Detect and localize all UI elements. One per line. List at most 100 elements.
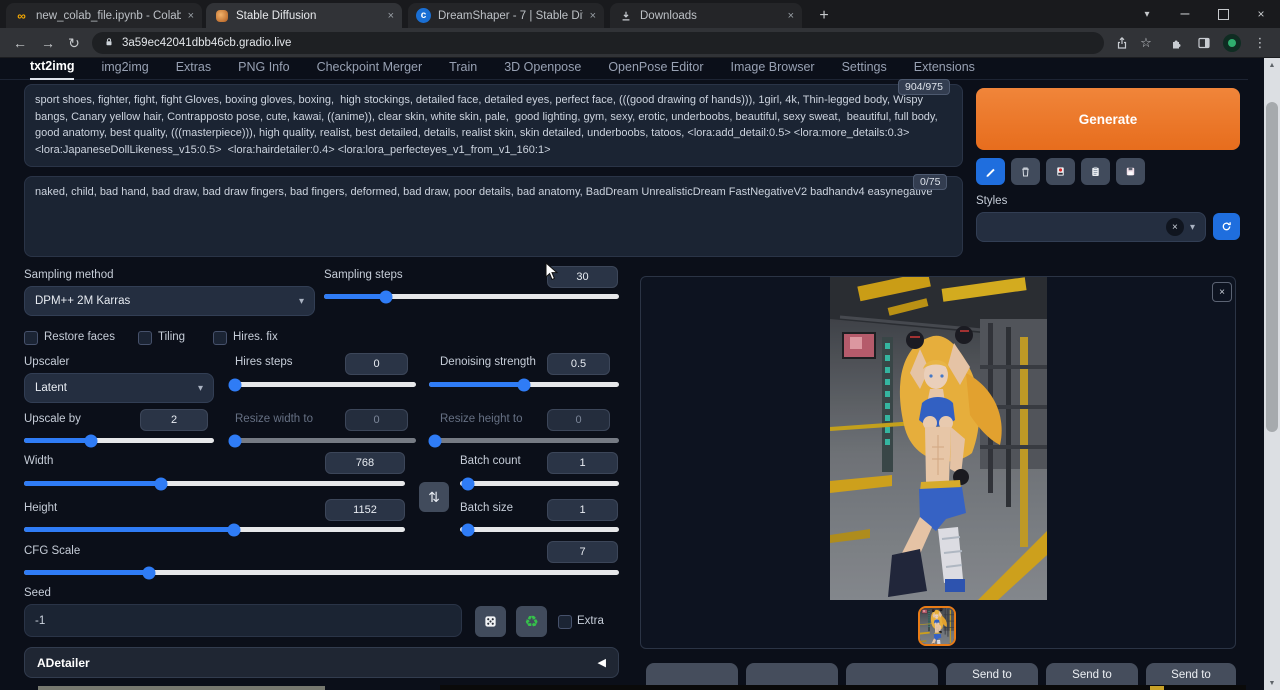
denoising-value[interactable]: 0.5 <box>547 353 610 375</box>
tab-extras[interactable]: Extras <box>176 60 211 79</box>
back-button[interactable]: ← <box>8 31 32 55</box>
styles-clear-icon[interactable]: × <box>1166 218 1184 236</box>
slider-knob[interactable] <box>227 523 240 536</box>
tab-close-icon[interactable]: × <box>590 10 596 22</box>
width-value[interactable]: 768 <box>325 452 405 474</box>
height-value[interactable]: 1152 <box>325 499 405 521</box>
share-icon[interactable] <box>1110 31 1134 55</box>
restore-faces-label: Restore faces <box>44 331 115 343</box>
slider-knob[interactable] <box>228 378 241 391</box>
kebab-menu-icon[interactable]: ⋮ <box>1248 31 1272 55</box>
batch-count-slider[interactable] <box>460 481 619 486</box>
refresh-icon <box>1220 220 1233 233</box>
download-icon <box>618 8 633 23</box>
forward-button[interactable]: → <box>36 31 60 55</box>
colab-icon: ∞ <box>14 8 29 23</box>
tab-img2img[interactable]: img2img <box>101 60 148 79</box>
upscaler-dropdown[interactable]: Latent ▾ <box>24 373 214 403</box>
browser-tab-stable-diffusion[interactable]: Stable Diffusion × <box>206 3 402 28</box>
window-minimize-button[interactable]: – <box>1166 0 1204 28</box>
seed-input[interactable]: -1 <box>24 604 462 637</box>
browser-tab-colab[interactable]: ∞ new_colab_file.ipynb - Colaborat × <box>6 3 202 28</box>
reload-button[interactable]: ↻ <box>62 31 86 55</box>
cfg-scale-slider[interactable] <box>24 570 619 575</box>
tab-extensions[interactable]: Extensions <box>914 60 975 79</box>
page-scrollbar[interactable]: ▲ ▼ <box>1264 58 1280 690</box>
tab-close-icon[interactable]: × <box>188 10 194 22</box>
batch-size-slider[interactable] <box>460 527 619 532</box>
denoising-slider[interactable] <box>429 382 619 387</box>
window-maximize-button[interactable] <box>1204 0 1242 28</box>
tab-openpose-editor[interactable]: OpenPose Editor <box>608 60 703 79</box>
hires-fix-checkbox[interactable] <box>213 331 227 345</box>
new-tab-button[interactable]: + <box>812 4 836 28</box>
slider-knob[interactable] <box>518 378 531 391</box>
reuse-seed-button[interactable]: ♻ <box>516 606 547 637</box>
tab-search-chevron[interactable]: ▾ <box>1128 0 1166 28</box>
tab-3d-openpose[interactable]: 3D Openpose <box>504 60 581 79</box>
generated-image[interactable] <box>830 277 1047 600</box>
gallery-thumbnail[interactable] <box>918 606 956 646</box>
browser-tab-dreamshaper[interactable]: c DreamShaper - 7 | Stable Diffusio × <box>408 3 604 28</box>
hires-steps-value[interactable]: 0 <box>345 353 408 375</box>
tab-checkpoint-merger[interactable]: Checkpoint Merger <box>317 60 423 79</box>
browser-tab-downloads[interactable]: Downloads × <box>610 3 802 28</box>
batch-count-value[interactable]: 1 <box>547 452 618 474</box>
tab-close-icon[interactable]: × <box>788 10 794 22</box>
slider-knob[interactable] <box>379 290 392 303</box>
extra-seed-checkbox[interactable] <box>558 615 572 629</box>
tab-train[interactable]: Train <box>449 60 477 79</box>
tab-png-info[interactable]: PNG Info <box>238 60 289 79</box>
sampling-method-dropdown[interactable]: DPM++ 2M Karras ▾ <box>24 286 315 316</box>
save-style-button[interactable] <box>1116 158 1145 185</box>
address-bar[interactable]: 3a59ec42041dbb46cb.gradio.live <box>92 32 1104 54</box>
clear-prompt-button[interactable] <box>1011 158 1040 185</box>
close-preview-button[interactable]: × <box>1212 282 1232 302</box>
tab-txt2img[interactable]: txt2img <box>30 59 74 80</box>
profile-avatar[interactable] <box>1220 31 1244 55</box>
slider-knob[interactable] <box>461 523 474 536</box>
extra-networks-button[interactable] <box>1046 158 1075 185</box>
scroll-up-icon[interactable]: ▲ <box>1264 58 1280 72</box>
generate-button[interactable]: Generate <box>976 88 1240 150</box>
width-slider[interactable] <box>24 481 405 486</box>
clipboard-icon <box>1089 165 1102 178</box>
stable-diffusion-favicon <box>214 8 229 23</box>
apply-styles-button[interactable] <box>1081 158 1110 185</box>
prompt-textarea[interactable]: sport shoes, fighter, fight, fight Glove… <box>24 84 963 167</box>
adetailer-accordion[interactable]: ADetailer ◀ <box>24 647 619 678</box>
extensions-puzzle-icon[interactable] <box>1164 31 1188 55</box>
read-parameters-button[interactable] <box>976 158 1005 185</box>
tiling-checkbox[interactable] <box>138 331 152 345</box>
restore-faces-checkbox[interactable] <box>24 331 38 345</box>
negative-token-counter: 0/75 <box>913 174 947 190</box>
scroll-down-icon[interactable]: ▼ <box>1264 676 1280 690</box>
tab-image-browser[interactable]: Image Browser <box>731 60 815 79</box>
slider-fill <box>24 481 161 486</box>
batch-size-value[interactable]: 1 <box>547 499 618 521</box>
bookmark-star-icon[interactable]: ☆ <box>1134 31 1158 55</box>
sampling-steps-slider[interactable] <box>324 294 619 299</box>
swap-dimensions-button[interactable]: ⇅ <box>419 482 449 512</box>
tab-close-icon[interactable]: × <box>388 10 394 22</box>
window-close-button[interactable]: × <box>1242 0 1280 28</box>
slider-knob[interactable] <box>142 566 155 579</box>
styles-dropdown[interactable]: × ▾ <box>976 212 1206 242</box>
random-seed-button[interactable] <box>475 606 506 637</box>
slider-knob[interactable] <box>84 434 97 447</box>
cfg-scale-value[interactable]: 7 <box>547 541 618 563</box>
upscale-by-value[interactable]: 2 <box>140 409 208 431</box>
height-slider[interactable] <box>24 527 405 532</box>
tab-settings[interactable]: Settings <box>842 60 887 79</box>
slider-knob[interactable] <box>155 477 168 490</box>
scrollbar-thumb[interactable] <box>1266 102 1278 432</box>
hires-steps-slider[interactable] <box>229 382 416 387</box>
refresh-styles-button[interactable] <box>1213 213 1240 240</box>
accordion-collapse-icon: ◀ <box>598 656 606 669</box>
side-panel-icon[interactable] <box>1192 31 1216 55</box>
upscale-by-slider[interactable] <box>24 438 214 443</box>
slider-knob[interactable] <box>461 477 474 490</box>
tab-title: Downloads <box>640 10 781 22</box>
resize-width-label: Resize width to <box>235 413 313 425</box>
negative-prompt-textarea[interactable]: naked, child, bad hand, bad draw, bad dr… <box>24 176 963 257</box>
